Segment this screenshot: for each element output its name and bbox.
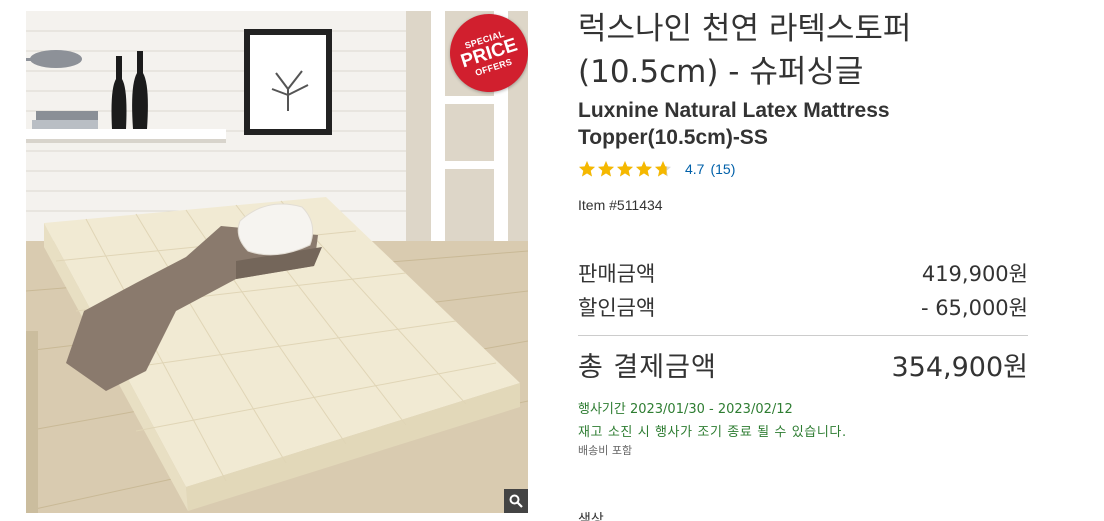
product-rating[interactable]: 4.7 (15) — [578, 160, 735, 178]
zoom-button[interactable] — [504, 489, 528, 513]
rating-link[interactable]: 4.7 (15) — [685, 161, 735, 177]
rating-value: 4.7 — [685, 161, 705, 177]
star-icon — [636, 161, 652, 177]
sale-price-value: 419,900원 — [921, 262, 1028, 286]
star-icon — [579, 161, 595, 177]
mattress-photo — [26, 11, 528, 513]
product-title-korean: 럭스나인 천연 라텍스토퍼 (10.5cm) - 슈퍼싱글 — [578, 11, 912, 90]
sale-price-row: 판매금액 419,900원 — [578, 258, 1028, 288]
discount-value: - 65,000원 — [920, 296, 1028, 320]
total-price-value: 354,900원 — [891, 352, 1029, 383]
promotion-note: 재고 소진 시 행사가 조기 종료 될 수 있습니다. — [578, 425, 847, 440]
item-number: Item #511434 — [578, 197, 663, 213]
review-count: (15) — [710, 161, 736, 177]
product-title-english: Luxnine Natural Latex Mattress Topper(10… — [578, 99, 890, 149]
product-image[interactable]: SPECIAL PRICE OFFERS — [26, 11, 528, 513]
star-icon — [598, 161, 614, 177]
magnifier-icon — [509, 494, 523, 508]
price-divider — [578, 335, 1028, 336]
discount-label: 할인금액 — [578, 296, 656, 320]
product-page: SPECIAL PRICE OFFERS 럭스나인 천연 라텍스토퍼 (10.5… — [0, 0, 1104, 521]
star-icon — [617, 161, 633, 177]
promotion-period: 행사기간 2023/01/30 - 2023/02/12 — [578, 402, 793, 417]
star-icon — [655, 161, 671, 177]
shipping-info: 배송비 포함 — [578, 444, 633, 457]
sale-price-label: 판매금액 — [578, 262, 656, 286]
star-rating — [578, 160, 673, 178]
total-price-row: 총 결제금액 354,900원 — [578, 345, 1028, 384]
color-option-label: 색상 — [578, 512, 604, 521]
total-price-label: 총 결제금액 — [578, 352, 717, 383]
discount-row: 할인금액 - 65,000원 — [578, 292, 1028, 322]
